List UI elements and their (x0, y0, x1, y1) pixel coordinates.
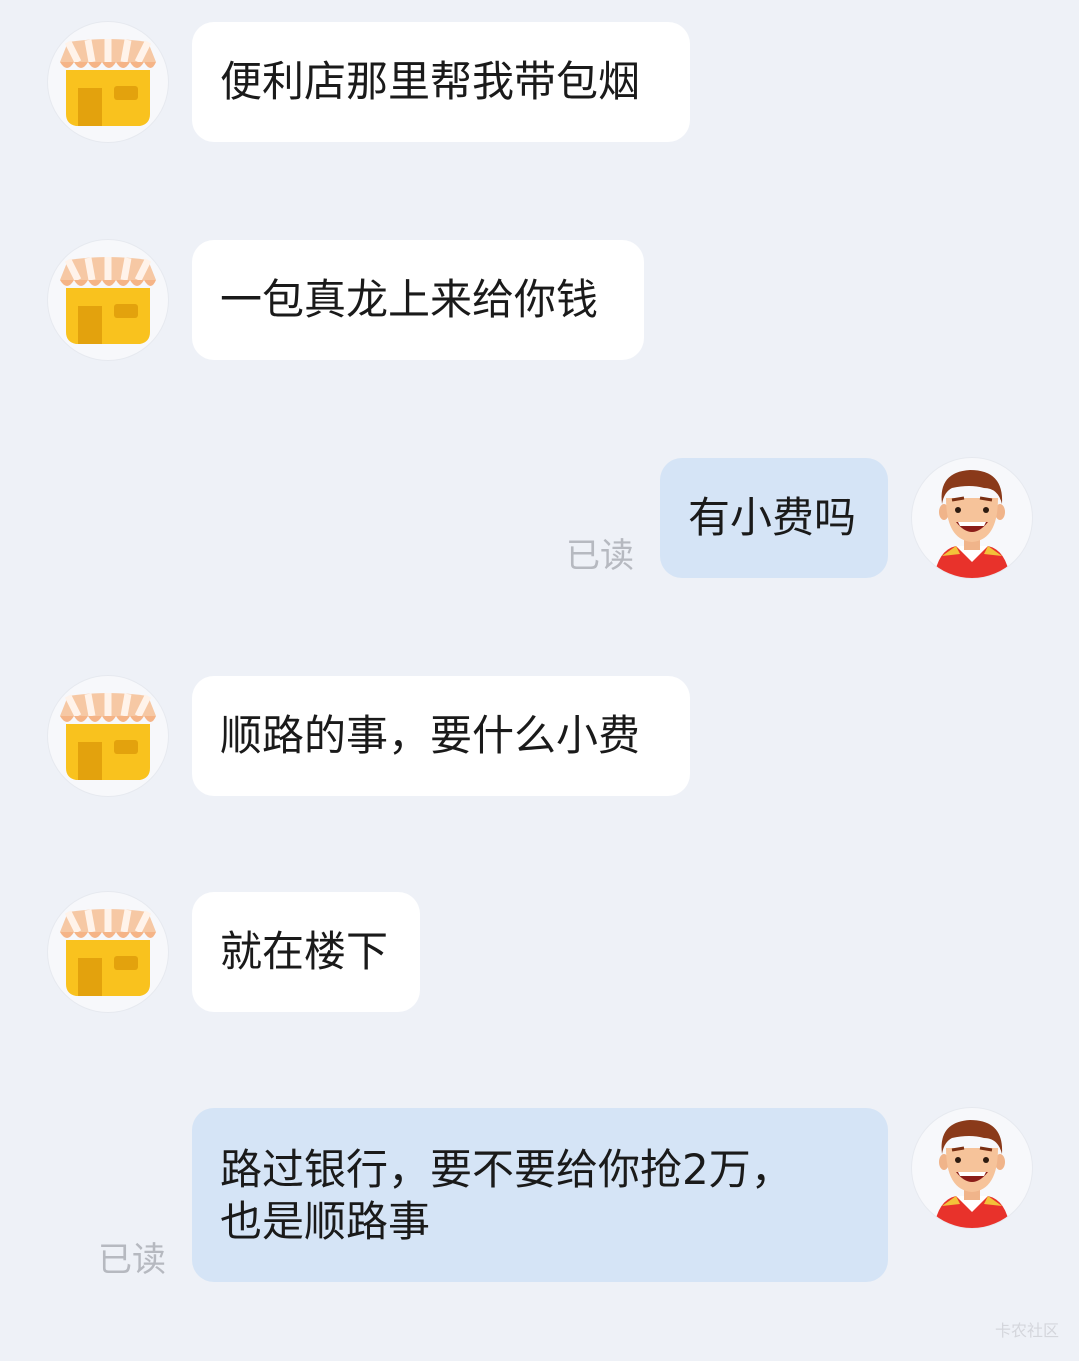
shop-avatar-icon[interactable] (48, 22, 168, 142)
read-receipt: 已读 (98, 1240, 166, 1280)
message-text: 就在楼下 (220, 927, 389, 976)
shop-avatar-icon[interactable] (48, 240, 168, 360)
message-text: 顺路的事，要什么小费 (220, 711, 641, 760)
message-bubble-outgoing[interactable]: 路过银行，要不要给你抢2万， 也是顺路事 (192, 1108, 888, 1282)
user-avatar-icon[interactable] (912, 1108, 1032, 1228)
message-bubble-incoming[interactable]: 顺路的事，要什么小费 (192, 676, 690, 796)
message-text: 有小费吗 (688, 493, 857, 542)
message-text-line: 路过银行，要不要给你抢2万， (220, 1145, 793, 1194)
read-receipt: 已读 (566, 536, 634, 576)
message-bubble-incoming[interactable]: 就在楼下 (192, 892, 420, 1012)
message-text-line: 也是顺路事 (220, 1197, 431, 1246)
message-bubble-incoming[interactable]: 一包真龙上来给你钱 (192, 240, 644, 360)
message-bubble-outgoing[interactable]: 有小费吗 (660, 458, 888, 578)
shop-avatar-icon[interactable] (48, 892, 168, 1012)
message-text: 便利店那里帮我带包烟 (220, 57, 641, 106)
message-bubble-incoming[interactable]: 便利店那里帮我带包烟 (192, 22, 690, 142)
shop-avatar-icon[interactable] (48, 676, 168, 796)
user-avatar-icon[interactable] (912, 458, 1032, 578)
message-text: 一包真龙上来给你钱 (220, 275, 599, 324)
watermark: 卡农社区 (994, 1321, 1059, 1340)
